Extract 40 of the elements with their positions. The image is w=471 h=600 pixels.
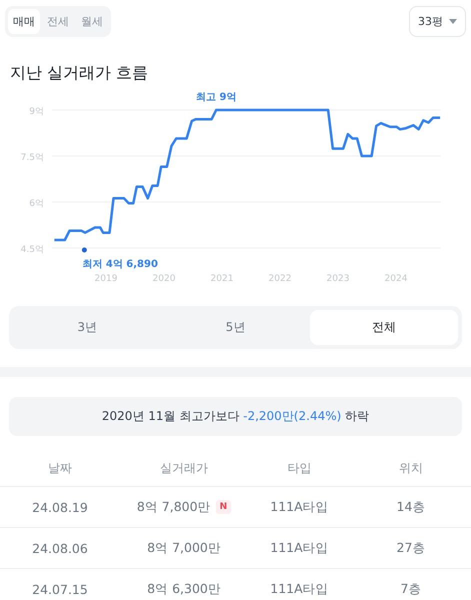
date-cell-text: 24.07.15 <box>31 582 89 596</box>
x-axis-label: 2019 <box>94 274 118 284</box>
x-axis-label: 2023 <box>326 274 350 284</box>
x-axis-label: 2022 <box>268 274 292 284</box>
caret-icon <box>449 19 457 24</box>
column-header: 위치 <box>398 460 424 476</box>
type-cell-text: 111A타입 <box>269 580 330 598</box>
new-badge: N <box>216 500 232 514</box>
size-dropdown[interactable]: 33평 <box>409 6 466 37</box>
column-header: 실거래가 <box>159 460 209 476</box>
price-cell: 8억 7,800만 <box>136 498 211 516</box>
x-axis-label: 2021 <box>210 274 234 284</box>
date-cell-text: 24.08.06 <box>31 540 89 556</box>
floor-cell-text: 14층 <box>396 498 426 516</box>
y-axis-label: 6억 <box>29 199 44 209</box>
period-tab[interactable]: 전체 <box>310 310 458 345</box>
y-axis-label: 9억 <box>29 107 44 117</box>
price-change-notice: 2020년 11월 최고가보다 -2,200만(2.44%) 하락 <box>9 397 462 436</box>
deal-type-tab[interactable]: 전세 <box>42 9 74 34</box>
type-cell-text: 111A타입 <box>269 498 330 516</box>
y-axis-label: 7.5억 <box>20 153 44 163</box>
floor-cell-text: 27층 <box>396 540 426 556</box>
deal-type-tab[interactable]: 매매 <box>8 9 40 34</box>
period-tab[interactable]: 5년 <box>161 310 310 345</box>
column-header: 타입 <box>286 460 312 476</box>
date-cell-text: 24.08.19 <box>31 500 89 514</box>
price-cell: 8억 6,300만 <box>147 580 221 598</box>
y-axis-label: 4.5억 <box>20 245 44 255</box>
x-axis-label: 2020 <box>152 274 176 284</box>
high-price-label: 최고 9억 <box>196 92 236 103</box>
floor-cell-text: 7층 <box>400 580 422 598</box>
section-title: 지난 실거래가 흐름 <box>10 63 150 84</box>
low-point-marker <box>82 248 87 253</box>
deal-type-tab[interactable]: 월세 <box>76 9 108 34</box>
low-price-label: 최저 4억 6,890 <box>82 259 158 270</box>
column-header: 날짜 <box>47 460 73 476</box>
x-axis-label: 2024 <box>384 274 408 284</box>
period-tab[interactable]: 3년 <box>13 310 162 345</box>
price-cell: 8억 7,000만 <box>147 540 221 556</box>
type-cell-text: 111A타입 <box>269 540 330 556</box>
